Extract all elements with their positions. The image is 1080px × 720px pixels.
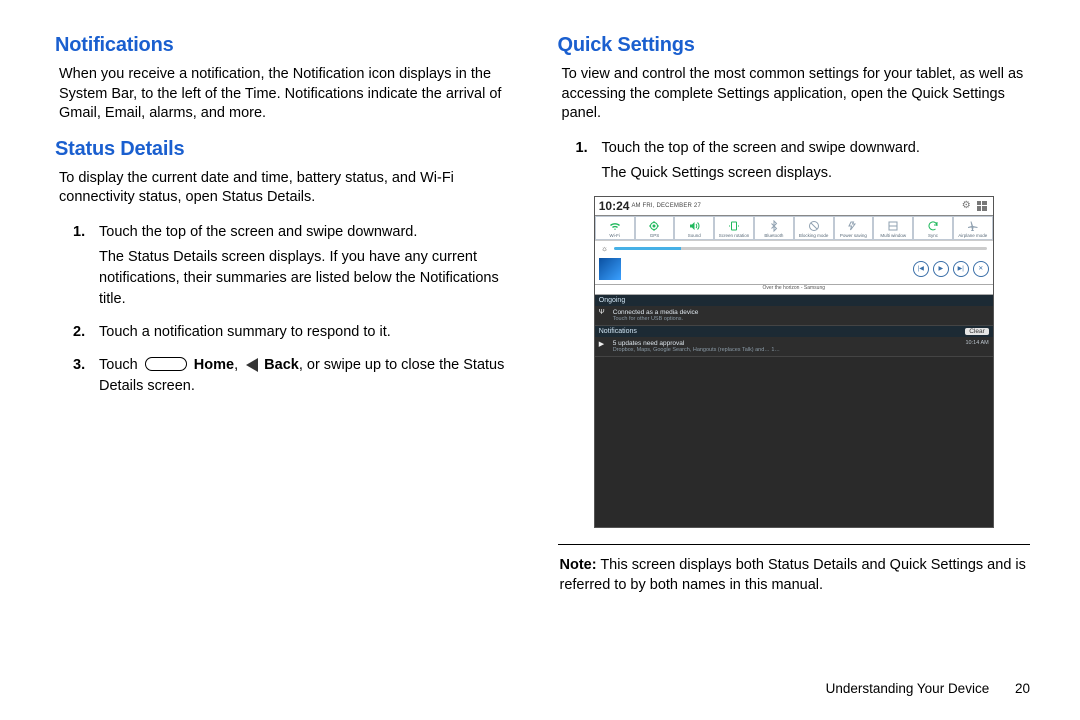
back-label: Back [264,357,299,373]
qs-tile-screen-rotation: Screen rotation [714,216,754,240]
prev-icon: |◀ [913,261,929,277]
brightness-icon: ☼ [601,244,608,253]
step-number: 3. [73,355,89,397]
para-status-details: To display the current date and time, ba… [55,169,528,208]
play-icon: ▶ [933,261,949,277]
heading-notifications: Notifications [55,34,528,57]
quick-settings-tiles: Wi-FiGPSSoundScreen rotationBluetoothBlo… [595,216,993,240]
clock-ampm: AM [631,203,640,209]
qs-tile-label: Power saving [835,233,873,238]
clear-button: Clear [965,328,989,335]
page-footer: Understanding Your Device 20 [826,681,1030,696]
qs-tile-gps: GPS [635,216,675,240]
grid-icon [977,201,987,211]
status-bar: 10:24 AM FRI, DECEMBER 27 ⚙ [595,197,993,216]
qs-tile-label: Wi-Fi [596,233,634,238]
step-text: Touch the top of the screen and swipe do… [602,140,920,156]
bt-icon [755,219,793,233]
step-number: 1. [576,138,592,184]
qs-tile-label: Sync [914,233,952,238]
quick-settings-screenshot: 10:24 AM FRI, DECEMBER 27 ⚙ Wi-FiGPSSoun… [594,196,994,528]
close-icon: ✕ [973,261,989,277]
notification-subtitle: Dropbox, Maps, Google Search, Hangouts (… [613,347,988,353]
media-player-row: |◀ ▶ ▶| ✕ [595,256,993,285]
note-body: This screen displays both Status Details… [560,557,1026,593]
divider [558,544,1031,545]
ongoing-title: Connected as a media device [613,309,699,316]
qs-tile-label: GPS [636,233,674,238]
heading-status-details: Status Details [55,138,528,161]
home-label: Home [194,357,234,373]
qs-tile-label: Blocking mode [795,233,833,238]
clock-date: FRI, DECEMBER 27 [642,203,701,209]
step-1: 1. Touch the top of the screen and swipe… [73,222,528,310]
air-icon [954,219,992,233]
qs-tile-label: Airplane mode [954,233,992,238]
media-track-title: Over the horizon - Samsung [595,285,993,295]
footer-section: Understanding Your Device [826,681,990,696]
ongoing-media-row: Ψ Connected as a media device Touch for … [595,306,993,326]
qs-tile-sound: Sound [674,216,714,240]
step-number: 2. [73,322,89,343]
step-text: Touch the top of the screen and swipe do… [99,224,417,240]
usb-icon: Ψ [599,309,605,316]
sound-icon [675,219,713,233]
back-icon [246,358,258,372]
gps-icon [636,219,674,233]
step-text: Touch Home, Back, or swipe up to close t… [99,355,528,397]
text-fragment: , [234,357,242,373]
text-fragment: Touch [99,357,142,373]
album-art [599,258,621,280]
status-steps-list: 1. Touch the top of the screen and swipe… [55,222,528,397]
para-notifications: When you receive a notification, the Not… [55,65,528,124]
brightness-slider [614,247,987,250]
notification-title: 5 updates need approval [613,340,685,347]
quick-steps-list: 1. Touch the top of the screen and swipe… [558,138,1031,184]
clock-time: 10:24 [599,199,630,213]
step-subtext: The Status Details screen displays. If y… [99,247,528,310]
step-1: 1. Touch the top of the screen and swipe… [576,138,1031,184]
multi-icon [874,219,912,233]
next-icon: ▶| [953,261,969,277]
rot-icon [715,219,753,233]
notification-updates-row: ▶ 5 updates need approval 10:14 AM Dropb… [595,337,993,357]
screenshot-empty-area [595,357,993,527]
ongoing-subtitle: Touch for other USB options. [613,316,988,322]
qs-tile-label: Bluetooth [755,233,793,238]
qs-tile-sync: Sync [913,216,953,240]
step-number: 1. [73,222,89,310]
para-quick-settings: To view and control the most common sett… [558,65,1031,124]
qs-tile-bluetooth: Bluetooth [754,216,794,240]
home-icon [145,357,187,371]
play-store-icon: ▶ [599,340,604,348]
note-text: Note: This screen displays both Status D… [558,555,1031,596]
step-2: 2. Touch a notification summary to respo… [73,322,528,343]
power-icon [835,219,873,233]
block-icon [795,219,833,233]
step-3: 3. Touch Home, Back, or swipe up to clos… [73,355,528,397]
brightness-row: ☼ [595,240,993,256]
qs-tile-blocking-mode: Blocking mode [794,216,834,240]
notification-time: 10:14 AM [966,340,989,346]
ongoing-header: Ongoing [595,295,993,306]
step-subtext: The Quick Settings screen displays. [602,163,1031,184]
qs-tile-airplane-mode: Airplane mode [953,216,993,240]
sync-icon [914,219,952,233]
footer-page-number: 20 [1015,681,1030,696]
qs-tile-label: Screen rotation [715,233,753,238]
wifi-icon [596,219,634,233]
notifications-header: Notifications Clear [595,326,993,337]
step-text: Touch a notification summary to respond … [99,322,528,343]
qs-tile-label: Sound [675,233,713,238]
gear-icon: ⚙ [962,200,971,211]
heading-quick-settings: Quick Settings [558,34,1031,57]
note-label: Note: [560,557,597,573]
notifications-header-label: Notifications [599,328,637,335]
qs-tile-wi-fi: Wi-Fi [595,216,635,240]
qs-tile-multi-window: Multi window [873,216,913,240]
qs-tile-label: Multi window [874,233,912,238]
qs-tile-power-saving: Power saving [834,216,874,240]
